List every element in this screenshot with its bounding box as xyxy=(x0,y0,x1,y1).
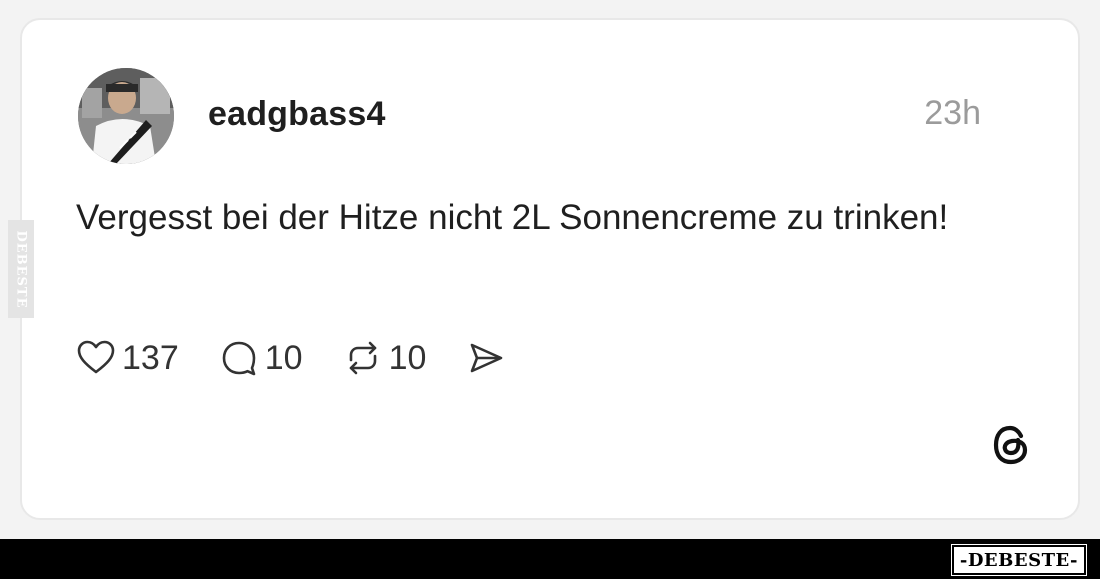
send-icon xyxy=(466,338,506,378)
reply-button[interactable]: 10 xyxy=(219,338,303,378)
post-timestamp: 23h xyxy=(924,94,981,132)
like-button[interactable]: 137 xyxy=(76,338,179,378)
comment-bubble-icon xyxy=(219,338,259,378)
like-count: 137 xyxy=(122,338,179,377)
username[interactable]: eadgbass4 xyxy=(208,95,386,134)
side-watermark: DEBESTE xyxy=(8,220,34,318)
side-watermark-text: DEBESTE xyxy=(13,229,29,309)
reply-count: 10 xyxy=(264,338,303,377)
post-actions: 137 10 10 xyxy=(76,336,546,380)
threads-logo-icon xyxy=(988,422,1034,468)
share-button[interactable] xyxy=(466,338,506,378)
repost-count: 10 xyxy=(388,338,427,377)
post-card: eadgbass4 23h Vergesst bei der Hitze nic… xyxy=(20,18,1080,520)
footer-bar: -DEBESTE- xyxy=(0,539,1100,579)
brand-watermark: -DEBESTE- xyxy=(950,544,1088,576)
repost-arrows-icon xyxy=(343,338,383,378)
post-text: Vergesst bei der Hitze nicht 2L Sonnencr… xyxy=(76,198,949,237)
avatar[interactable] xyxy=(78,68,174,164)
heart-icon xyxy=(76,338,116,378)
repost-button[interactable]: 10 xyxy=(343,338,427,378)
